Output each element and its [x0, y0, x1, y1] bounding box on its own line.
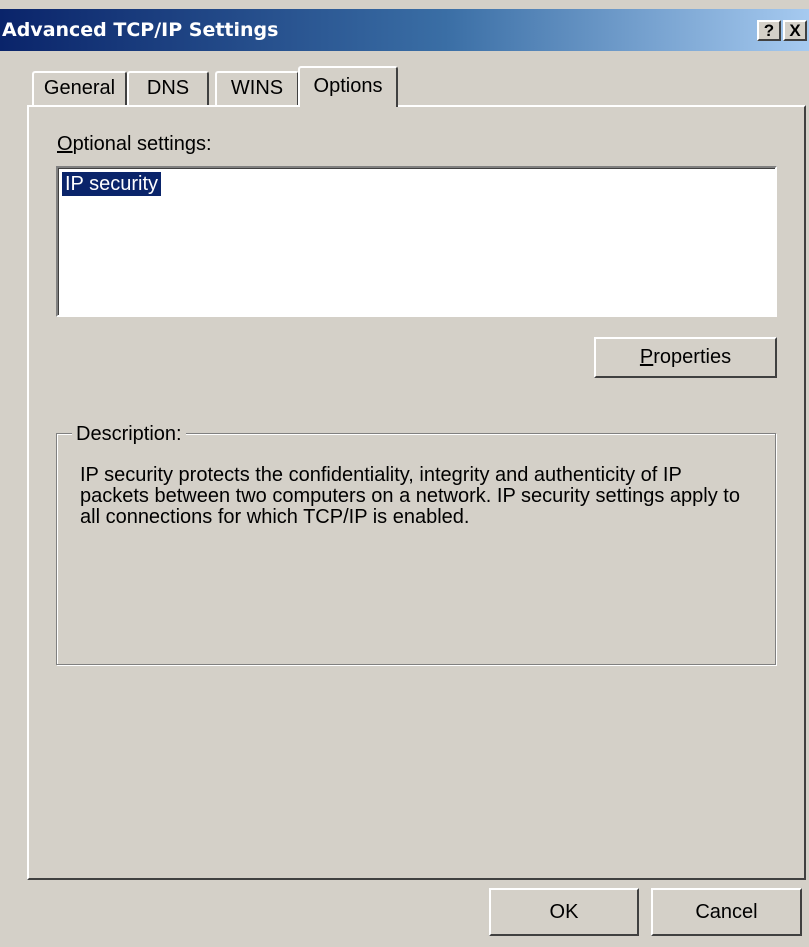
optional-settings-list[interactable]: IP security [56, 166, 777, 317]
title-bar[interactable]: Advanced TCP/IP Settings ? X [0, 9, 809, 51]
description-text: IP security protects the confidentiality… [80, 464, 740, 528]
window-title: Advanced TCP/IP Settings [2, 19, 279, 41]
close-button[interactable]: X [783, 20, 807, 41]
ok-button[interactable]: OK [489, 888, 639, 936]
tab-general[interactable]: General [32, 71, 127, 105]
list-item-ip-security[interactable]: IP security [62, 172, 161, 196]
tab-options[interactable]: Options [298, 66, 398, 107]
help-button[interactable]: ? [757, 20, 781, 41]
tab-wins[interactable]: WINS [215, 71, 299, 105]
description-label: Description: [72, 423, 186, 446]
optional-settings-label: Optional settings: [57, 133, 212, 155]
tab-dns[interactable]: DNS [127, 71, 209, 105]
properties-button[interactable]: Properties [594, 337, 777, 378]
cancel-button[interactable]: Cancel [651, 888, 802, 936]
